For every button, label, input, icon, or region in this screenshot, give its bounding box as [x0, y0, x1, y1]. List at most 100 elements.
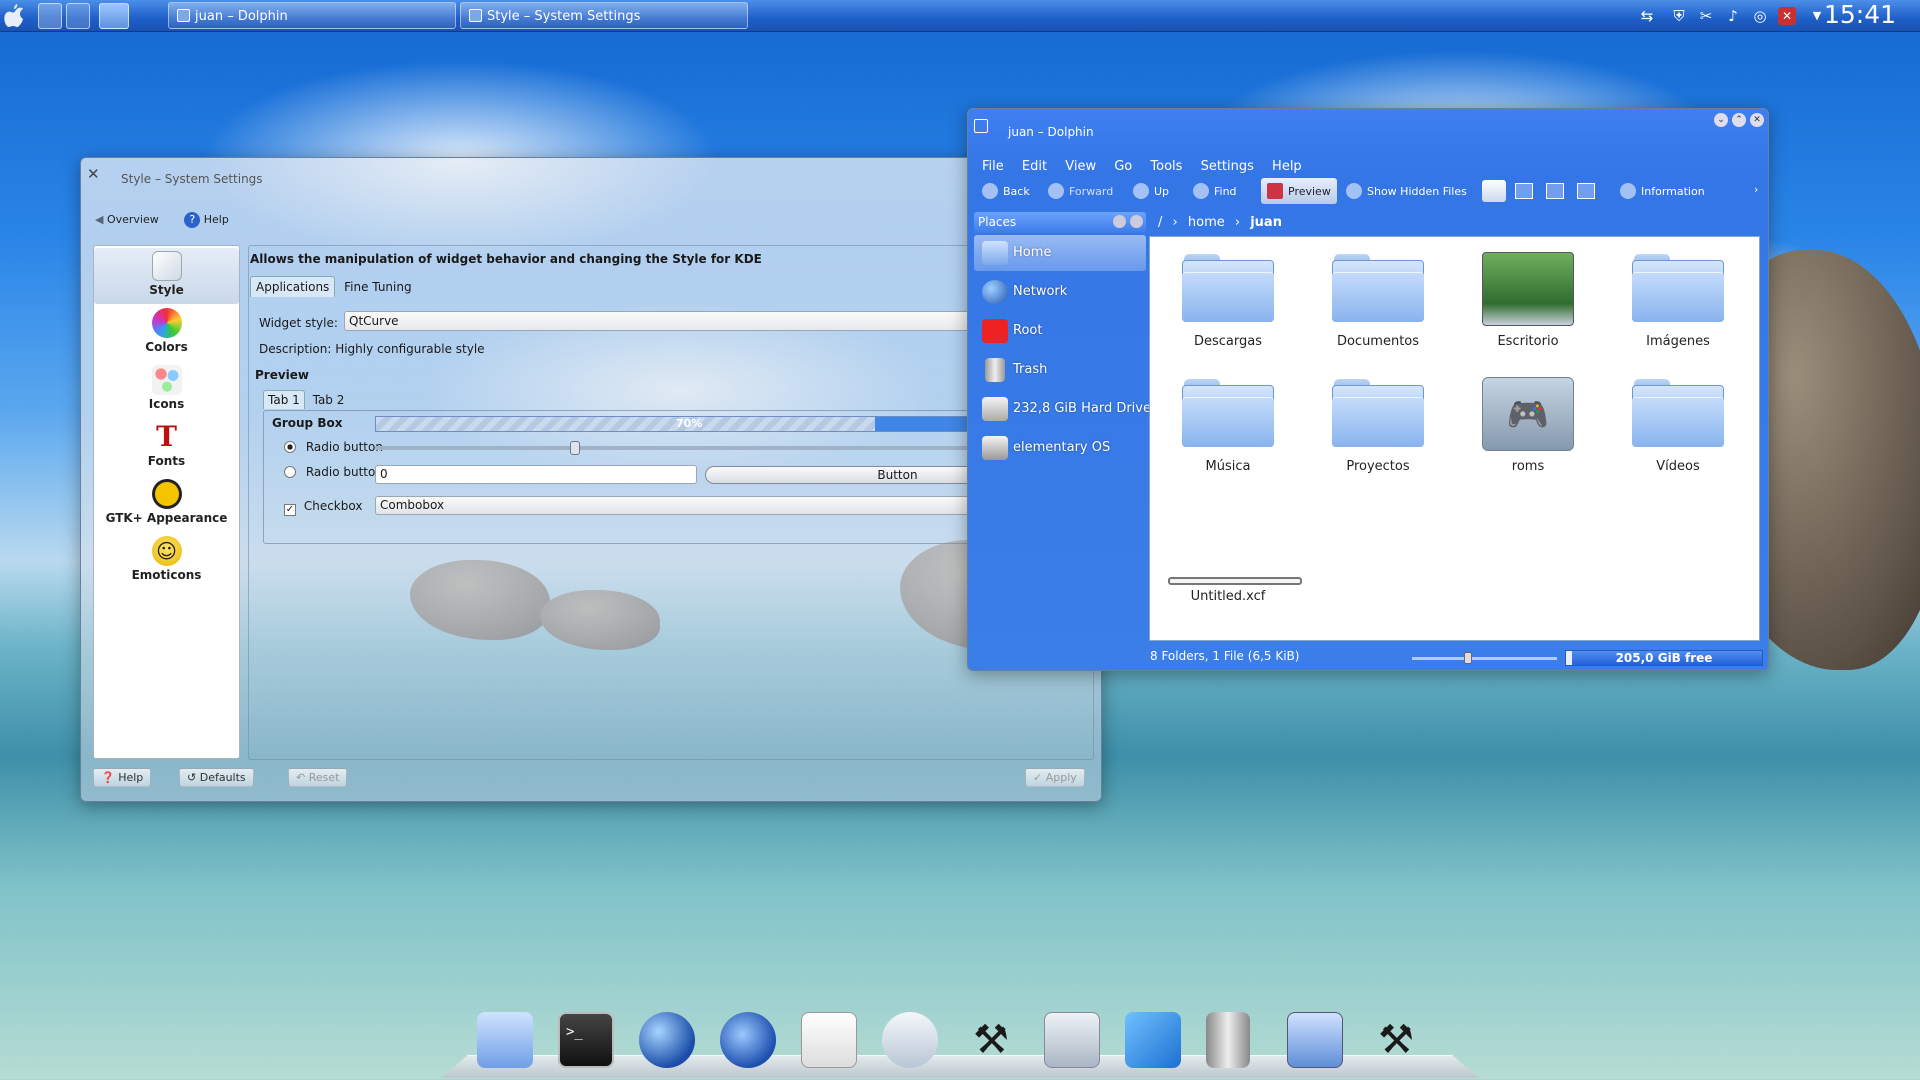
- menu-file[interactable]: File: [982, 159, 1004, 174]
- place-network[interactable]: Network: [974, 274, 1146, 310]
- file-item-proyectos[interactable]: Proyectos: [1318, 377, 1438, 474]
- menu-view[interactable]: View: [1065, 159, 1096, 174]
- checkbox[interactable]: ✓ Checkbox: [284, 499, 362, 516]
- dock-archive-icon[interactable]: [1287, 1012, 1343, 1068]
- task-dolphin[interactable]: juan – Dolphin: [168, 2, 456, 29]
- info-icon: [1346, 183, 1362, 199]
- radio-button-2[interactable]: Radio button: [284, 465, 383, 479]
- view-icons-button[interactable]: [1482, 180, 1506, 202]
- dock-tools-icon[interactable]: ⚒: [963, 1012, 1019, 1068]
- dock-terminal-icon[interactable]: >_: [558, 1012, 614, 1068]
- place-trash[interactable]: Trash: [974, 352, 1146, 388]
- place-label: 232,8 GiB Hard Drive: [1013, 401, 1151, 416]
- place-elementary-os[interactable]: elementary OS: [974, 430, 1146, 466]
- forward-button[interactable]: Forward: [1048, 183, 1113, 199]
- dock-cursor-icon[interactable]: [1125, 1012, 1181, 1068]
- up-arrow-icon: [1133, 183, 1149, 199]
- apply-button[interactable]: ✓ Apply: [1025, 768, 1085, 787]
- view-details-button[interactable]: [1515, 183, 1533, 199]
- scissors-icon[interactable]: ✂: [1697, 7, 1715, 25]
- radio-button-1[interactable]: Radio button: [284, 440, 383, 454]
- dock: >_ ⚒ ⚒: [441, 1003, 1479, 1080]
- category-emoticons[interactable]: ☺ Emoticons: [94, 533, 239, 589]
- find-button[interactable]: Find: [1193, 183, 1237, 199]
- zoom-slider-handle[interactable]: [1464, 652, 1472, 664]
- forward-arrow-icon: [1048, 183, 1064, 199]
- file-item-roms[interactable]: 🎮 roms: [1468, 377, 1588, 474]
- tab-fine-tuning[interactable]: Fine Tuning: [339, 277, 416, 297]
- home-folder-icon[interactable]: [99, 3, 129, 29]
- category-style[interactable]: Style: [94, 248, 239, 304]
- minimize-icon[interactable]: ⌄: [1714, 113, 1728, 127]
- tab-applications[interactable]: Applications: [250, 276, 336, 297]
- network-activity-icon[interactable]: ⇆: [1638, 7, 1656, 25]
- slider-handle[interactable]: [570, 441, 580, 455]
- zoom-slider[interactable]: [1412, 652, 1557, 664]
- view-split-button[interactable]: [1577, 183, 1595, 199]
- defaults-button[interactable]: ↺ Defaults: [179, 768, 254, 787]
- apple-menu-icon[interactable]: [4, 3, 28, 29]
- spin-box[interactable]: 0: [375, 465, 697, 484]
- place-home[interactable]: Home: [974, 235, 1146, 271]
- dock-home-folder-icon[interactable]: [477, 1012, 533, 1068]
- menu-tools[interactable]: Tools: [1150, 159, 1182, 174]
- view-columns-button[interactable]: [1546, 183, 1564, 199]
- dock-email-icon[interactable]: [882, 1012, 938, 1068]
- network-icon[interactable]: ◎: [1751, 7, 1769, 25]
- dock-browser-globe-icon[interactable]: [639, 1012, 695, 1068]
- category-gtk-appearance[interactable]: GTK+ Appearance: [94, 476, 239, 532]
- toolbar-overflow-icon[interactable]: ›: [1754, 183, 1758, 196]
- menu-help[interactable]: Help: [1272, 159, 1302, 174]
- menu-edit[interactable]: Edit: [1022, 159, 1047, 174]
- tab-1[interactable]: Tab 1: [263, 390, 305, 409]
- panel-float-icon[interactable]: [1113, 215, 1126, 228]
- category-icons[interactable]: Icons: [94, 362, 239, 418]
- category-fonts[interactable]: T Fonts: [94, 419, 239, 475]
- category-colors[interactable]: Colors: [94, 305, 239, 361]
- close-icon[interactable]: ✕: [1750, 113, 1764, 127]
- dock-trash-icon[interactable]: [1206, 1012, 1250, 1068]
- free-space-text: 205,0 GiB free: [1615, 651, 1713, 665]
- desktop-grid-icon[interactable]: [66, 3, 90, 29]
- menu-go[interactable]: Go: [1114, 159, 1132, 174]
- file-item-descargas[interactable]: Descargas: [1168, 252, 1288, 349]
- file-item-documentos[interactable]: Documentos: [1318, 252, 1438, 349]
- file-item-videos[interactable]: Vídeos: [1618, 377, 1738, 474]
- place-root[interactable]: Root: [974, 313, 1146, 349]
- dolphin-titlebar[interactable]: juan – Dolphin ⌄ ⌃ ✕: [968, 109, 1768, 139]
- preview-toggle[interactable]: Preview: [1261, 178, 1337, 204]
- overview-button[interactable]: ◀ Overview: [95, 213, 159, 226]
- icons-icon: [151, 365, 182, 395]
- menu-settings[interactable]: Settings: [1201, 159, 1254, 174]
- volume-icon[interactable]: ♪: [1724, 7, 1742, 25]
- up-button[interactable]: Up: [1133, 183, 1169, 199]
- task-system-settings[interactable]: Style – System Settings: [460, 2, 748, 29]
- dock-settings-icon[interactable]: [1044, 1012, 1100, 1068]
- file-item-untitled-xcf[interactable]: Untitled.xcf: [1168, 577, 1302, 604]
- settings-titlebar[interactable]: ✕ Style – System Settings: [81, 158, 1101, 188]
- dock-dolphin-icon[interactable]: [720, 1012, 776, 1068]
- breadcrumb-root[interactable]: /: [1158, 215, 1162, 230]
- breadcrumb-juan[interactable]: juan: [1250, 215, 1282, 230]
- clock[interactable]: 15:41: [1824, 0, 1896, 30]
- window-list-icon[interactable]: [38, 3, 62, 29]
- help-button[interactable]: ❓ Help: [93, 768, 152, 787]
- show-hidden-files-button[interactable]: Show Hidden Files: [1346, 183, 1467, 199]
- panel-close-icon[interactable]: [1130, 215, 1143, 228]
- back-button[interactable]: Back: [982, 183, 1030, 199]
- file-item-escritorio[interactable]: Escritorio: [1468, 252, 1588, 349]
- help-menu-button[interactable]: ? Help: [184, 212, 229, 228]
- notification-icon[interactable]: ✕: [1778, 7, 1796, 25]
- shield-icon[interactable]: ⛨: [1670, 7, 1688, 25]
- dock-system-tools-icon[interactable]: ⚒: [1368, 1012, 1424, 1068]
- information-button[interactable]: Information: [1620, 183, 1705, 199]
- place-hard-drive[interactable]: 232,8 GiB Hard Drive: [974, 391, 1151, 427]
- file-item-imagenes[interactable]: Imágenes: [1618, 252, 1738, 349]
- reset-button[interactable]: ↶ Reset: [288, 768, 348, 787]
- breadcrumb-home[interactable]: home: [1188, 215, 1225, 230]
- maximize-icon[interactable]: ⌃: [1732, 113, 1746, 127]
- dock-text-editor-icon[interactable]: [801, 1012, 857, 1068]
- folder-icon: [1330, 252, 1426, 326]
- tab-2[interactable]: Tab 2: [309, 391, 349, 409]
- file-item-musica[interactable]: Música: [1168, 377, 1288, 474]
